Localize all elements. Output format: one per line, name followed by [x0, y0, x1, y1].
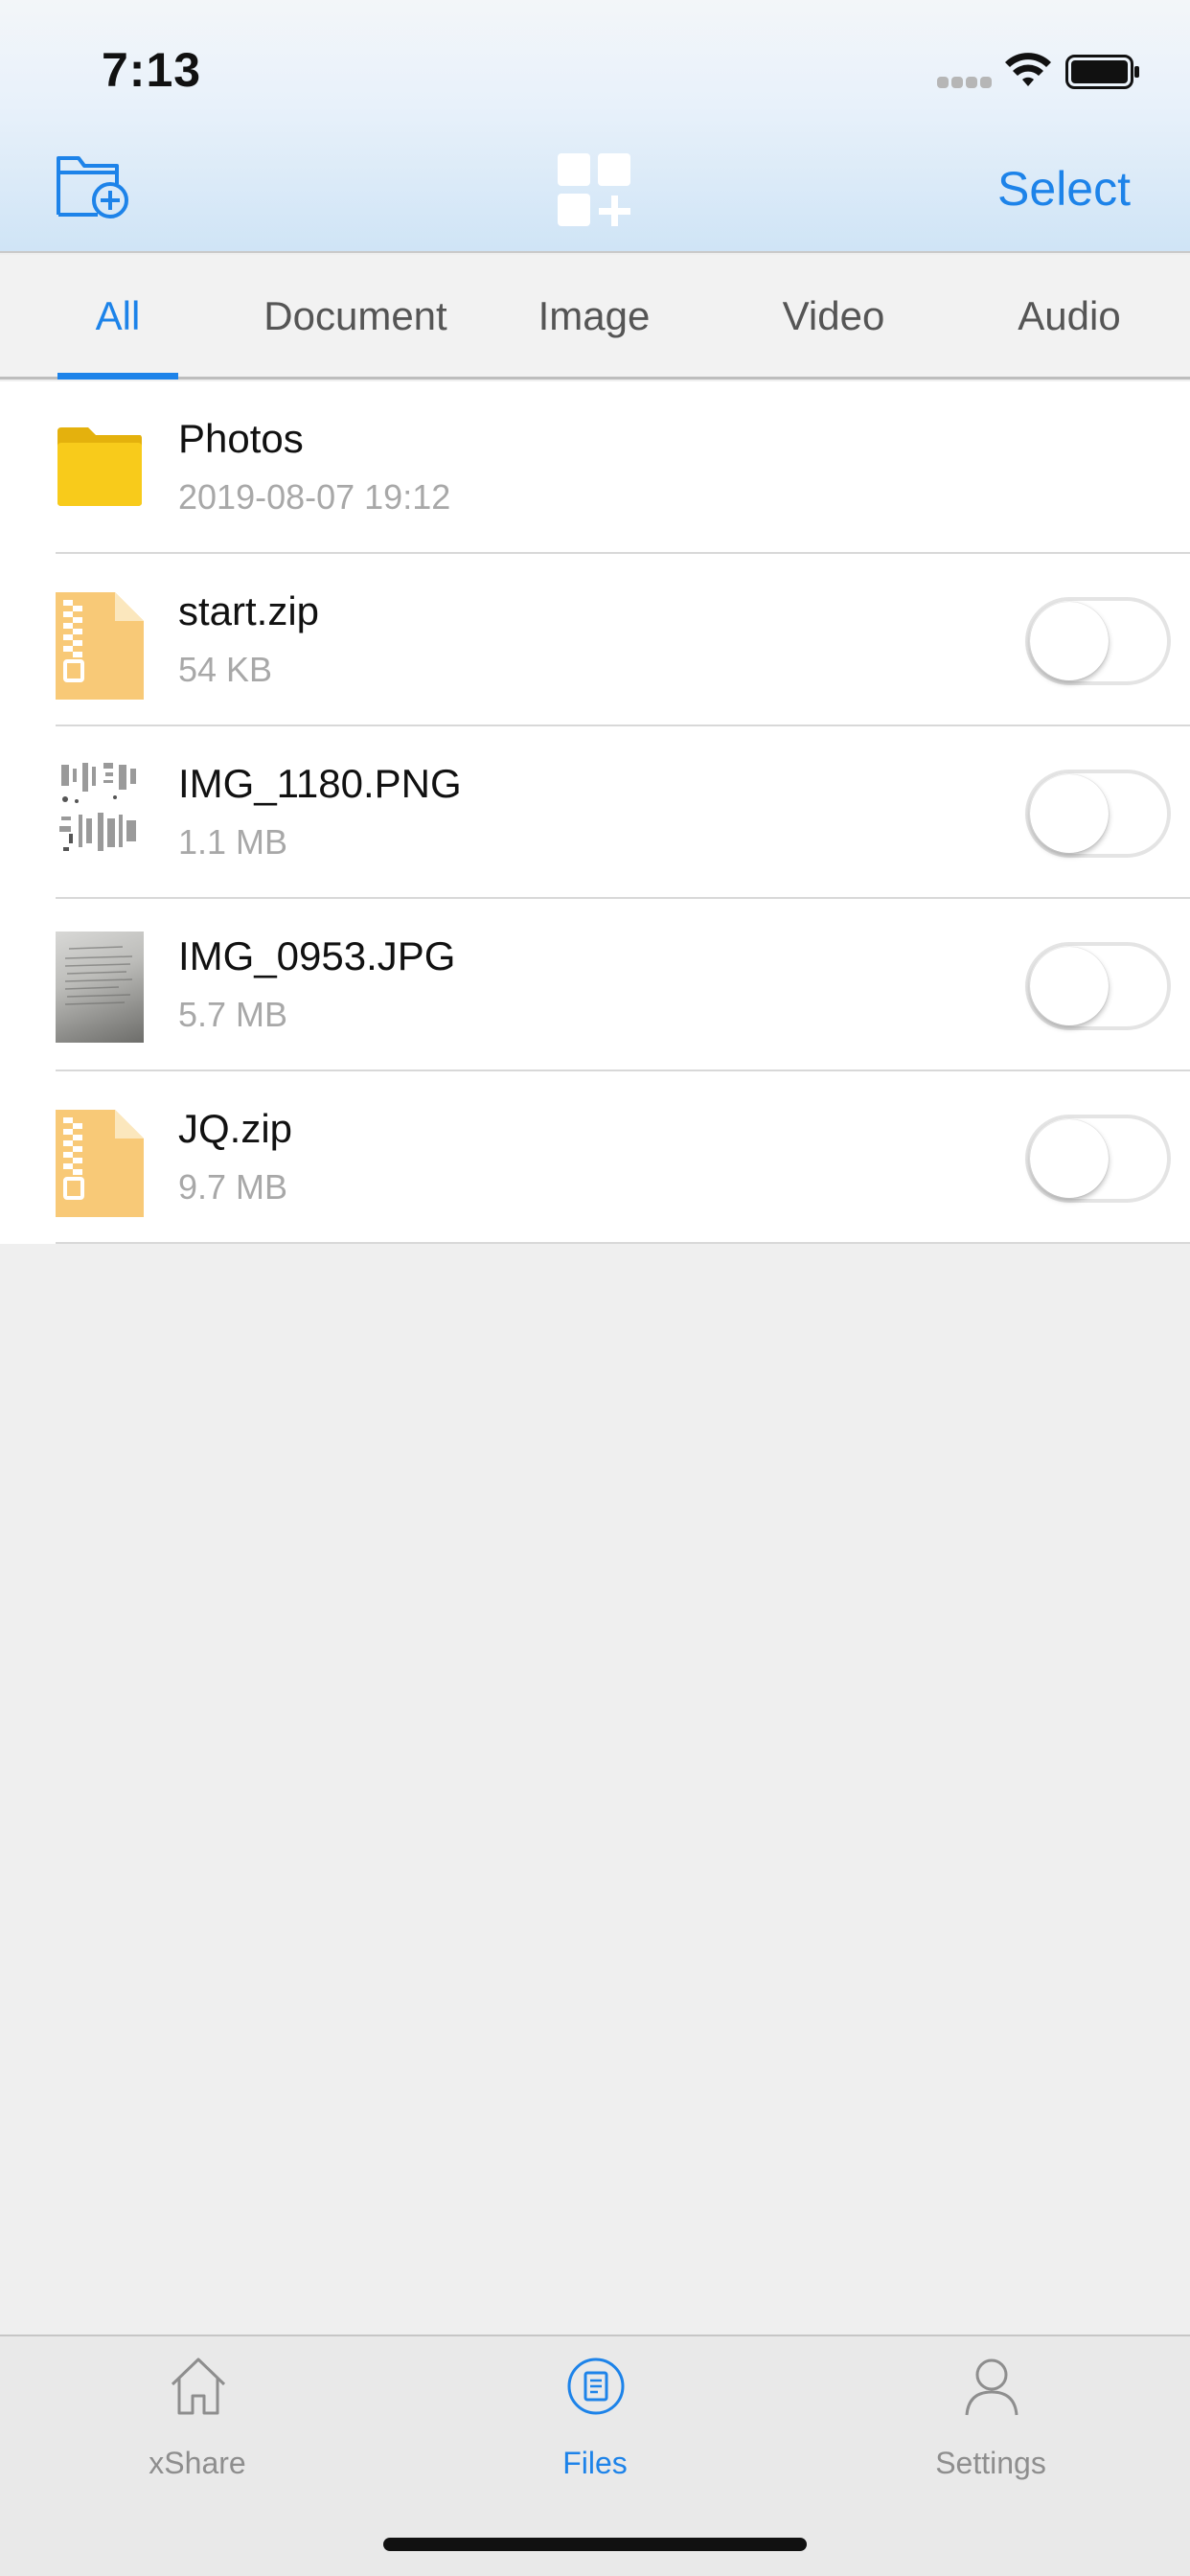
file-size: 5.7 MB [178, 995, 288, 1034]
active-tab-indicator [57, 373, 178, 380]
folder-icon [57, 427, 142, 506]
share-toggle[interactable] [1025, 942, 1171, 1030]
select-button[interactable]: Select [997, 161, 1131, 217]
file-date: 2019-08-07 19:12 [178, 477, 451, 517]
file-size: 1.1 MB [178, 822, 288, 862]
tabbar-label: Settings [935, 2446, 1046, 2480]
tabbar-item-xshare[interactable]: xShare [92, 2356, 303, 2499]
share-toggle[interactable] [1025, 770, 1171, 858]
zip-file-icon [56, 592, 144, 700]
file-name: IMG_0953.JPG [178, 933, 456, 978]
tab-all[interactable]: All [57, 255, 178, 380]
status-time: 7:13 [102, 43, 202, 97]
tab-audio[interactable]: Audio [983, 255, 1156, 380]
files-icon [567, 2358, 625, 2415]
cellular-signal-icon [937, 77, 993, 88]
list-item[interactable]: IMG_0953.JPG 5.7 MB [0, 899, 1190, 1071]
list-item[interactable]: JQ.zip 9.7 MB [0, 1071, 1190, 1244]
list-item[interactable]: Photos 2019-08-07 19:12 [0, 381, 1190, 554]
image-thumbnail [56, 932, 144, 1043]
tabbar-item-files[interactable]: Files [490, 2356, 700, 2499]
wifi-icon [1005, 53, 1051, 86]
new-folder-icon[interactable] [56, 155, 130, 220]
tabbar-label: xShare [149, 2446, 246, 2480]
zip-file-icon [56, 1110, 144, 1217]
share-toggle[interactable] [1025, 1115, 1171, 1203]
person-icon [965, 2358, 1018, 2416]
share-toggle[interactable] [1025, 597, 1171, 685]
file-name: start.zip [178, 588, 320, 633]
header: 7:13 Select [0, 0, 1190, 253]
toggle-knob [1030, 774, 1109, 853]
file-name: Photos [178, 416, 304, 461]
toggle-knob [1030, 947, 1109, 1025]
toggle-knob [1030, 602, 1109, 680]
tabbar-label: Files [562, 2446, 628, 2480]
photo-texture [64, 946, 133, 1005]
file-size: 54 KB [178, 650, 273, 689]
tab-video[interactable]: Video [747, 255, 920, 380]
tab-document[interactable]: Document [238, 255, 473, 380]
tab-image[interactable]: Image [508, 255, 680, 380]
file-name: JQ.zip [178, 1106, 293, 1151]
home-indicator [383, 2538, 807, 2551]
toggle-knob [1030, 1119, 1109, 1198]
tabbar-item-settings[interactable]: Settings [885, 2356, 1096, 2499]
divider [56, 1242, 1190, 1244]
list-item[interactable]: IMG_1180.PNG 1.1 MB [0, 726, 1190, 899]
grid-add-icon[interactable] [558, 153, 632, 228]
filter-tabs: All Document Image Video Audio [0, 255, 1190, 380]
list-item[interactable]: start.zip 54 KB [0, 554, 1190, 726]
file-size: 9.7 MB [178, 1167, 288, 1207]
home-icon [171, 2358, 226, 2415]
battery-icon [1065, 55, 1139, 89]
image-thumbnail [56, 759, 144, 866]
file-name: IMG_1180.PNG [178, 761, 462, 806]
file-list: Photos 2019-08-07 19:12 start.zip 54 KB [0, 381, 1190, 1244]
